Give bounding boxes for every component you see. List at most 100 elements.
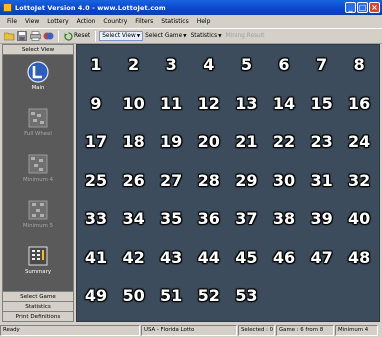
print-icon[interactable] bbox=[29, 30, 41, 42]
sidebar-header-statistics[interactable]: Statistics bbox=[3, 301, 73, 311]
lotto-number-6[interactable]: 6 bbox=[267, 53, 301, 77]
lotto-number-16[interactable]: 16 bbox=[342, 92, 376, 116]
reset-icon bbox=[64, 31, 73, 41]
lotto-number-38[interactable]: 38 bbox=[267, 207, 301, 231]
statistics-button[interactable]: Statistics ▼ bbox=[189, 32, 224, 40]
menu-filters[interactable]: Filters bbox=[131, 18, 157, 25]
select-view-button[interactable]: Select View ▼ bbox=[99, 31, 144, 41]
lotto-number-14[interactable]: 14 bbox=[267, 92, 301, 116]
lotto-number-19[interactable]: 19 bbox=[154, 130, 188, 154]
favorites-icon[interactable] bbox=[42, 30, 54, 42]
lotto-number-8[interactable]: 8 bbox=[342, 53, 376, 77]
window-buttons: _ □ × bbox=[345, 2, 380, 13]
lotto-number-26[interactable]: 26 bbox=[117, 169, 151, 193]
menu-bar: File View Lottery Action Country Filters… bbox=[0, 15, 382, 28]
menu-statistics[interactable]: Statistics bbox=[157, 18, 192, 25]
lotto-number-41[interactable]: 41 bbox=[79, 246, 113, 270]
sidebar-item-main[interactable]: Main bbox=[3, 55, 73, 99]
chevron-down-icon: ▼ bbox=[218, 33, 222, 39]
close-button[interactable]: × bbox=[369, 2, 380, 13]
lotto-number-20[interactable]: 20 bbox=[192, 130, 226, 154]
lotto-number-50[interactable]: 50 bbox=[117, 284, 151, 308]
lotto-number-32[interactable]: 32 bbox=[342, 169, 376, 193]
lotto-number-25[interactable]: 25 bbox=[79, 169, 113, 193]
lotto-number-47[interactable]: 47 bbox=[305, 246, 339, 270]
lotto-number-5[interactable]: 5 bbox=[229, 53, 263, 77]
lotto-number-46[interactable]: 46 bbox=[267, 246, 301, 270]
lotto-number-10[interactable]: 10 bbox=[117, 92, 151, 116]
menu-view[interactable]: View bbox=[21, 18, 43, 25]
lotto-number-15[interactable]: 15 bbox=[305, 92, 339, 116]
lotto-number-22[interactable]: 22 bbox=[267, 130, 301, 154]
lotto-number-43[interactable]: 43 bbox=[154, 246, 188, 270]
menu-help[interactable]: Help bbox=[193, 18, 215, 25]
lotto-number-29[interactable]: 29 bbox=[229, 169, 263, 193]
lotto-number-4[interactable]: 4 bbox=[192, 53, 226, 77]
menu-lottery[interactable]: Lottery bbox=[43, 18, 72, 25]
open-folder-icon[interactable] bbox=[3, 30, 15, 42]
lotto-number-9[interactable]: 9 bbox=[79, 92, 113, 116]
lotto-number-12[interactable]: 12 bbox=[192, 92, 226, 116]
save-icon[interactable] bbox=[16, 30, 28, 42]
lotto-number-1[interactable]: 1 bbox=[79, 53, 113, 77]
lotto-number-52[interactable]: 52 bbox=[192, 284, 226, 308]
sidebar-item-full-wheel[interactable]: Full Wheel bbox=[3, 101, 73, 145]
lotto-number-36[interactable]: 36 bbox=[192, 207, 226, 231]
minimize-button[interactable]: _ bbox=[345, 2, 356, 13]
lotto-number-2[interactable]: 2 bbox=[117, 53, 151, 77]
lotto-number-48[interactable]: 48 bbox=[342, 246, 376, 270]
lotto-number-44[interactable]: 44 bbox=[192, 246, 226, 270]
lotto-number-23[interactable]: 23 bbox=[305, 130, 339, 154]
sidebar-item-label: Minimum 4 bbox=[22, 177, 54, 183]
menu-action[interactable]: Action bbox=[73, 18, 100, 25]
sidebar-item-label: Main bbox=[31, 85, 45, 91]
lotto-number-21[interactable]: 21 bbox=[229, 130, 263, 154]
lotto-number-28[interactable]: 28 bbox=[192, 169, 226, 193]
lotto-number-51[interactable]: 51 bbox=[154, 284, 188, 308]
lotto-number-24[interactable]: 24 bbox=[342, 130, 376, 154]
title-bar: LottoJet Version 4.0 - www.LottoJet.com … bbox=[0, 0, 382, 15]
select-view-label: Select View bbox=[102, 33, 136, 39]
select-game-button[interactable]: Select Game ▼ bbox=[143, 32, 188, 40]
lotto-number-35[interactable]: 35 bbox=[154, 207, 188, 231]
menu-country[interactable]: Country bbox=[99, 18, 131, 25]
lotto-number-49[interactable]: 49 bbox=[79, 284, 113, 308]
lotto-number-3[interactable]: 3 bbox=[154, 53, 188, 77]
lotto-number-7[interactable]: 7 bbox=[305, 53, 339, 77]
sidebar-item-summary[interactable]: Summary bbox=[3, 239, 73, 283]
maximize-button[interactable]: □ bbox=[357, 2, 368, 13]
lottojet-logo-icon bbox=[27, 61, 49, 83]
lotto-number-18[interactable]: 18 bbox=[117, 130, 151, 154]
lotto-number-17[interactable]: 17 bbox=[79, 130, 113, 154]
sidebar-header-print-definitions[interactable]: Print Definitions bbox=[3, 311, 73, 321]
status-selected: Selected : 0 bbox=[238, 324, 275, 336]
chevron-down-icon: ▼ bbox=[183, 33, 187, 39]
lotto-number-37[interactable]: 37 bbox=[229, 207, 263, 231]
status-minimum: Minimum 4 bbox=[335, 324, 378, 336]
lotto-number-11[interactable]: 11 bbox=[154, 92, 188, 116]
sidebar-item-minimum-5[interactable]: Minimum 5 bbox=[3, 193, 73, 237]
mining-result-button[interactable]: Mining Result bbox=[224, 32, 267, 40]
sidebar-header-select-game[interactable]: Select Game bbox=[3, 291, 73, 301]
sidebar-header-select-view[interactable]: Select View bbox=[3, 45, 73, 55]
reset-button[interactable]: Reset bbox=[62, 31, 92, 42]
select-game-label: Select Game bbox=[145, 33, 183, 39]
window-title: LottoJet Version 4.0 - www.LottoJet.com bbox=[15, 3, 166, 12]
lotto-number-31[interactable]: 31 bbox=[305, 169, 339, 193]
lotto-number-39[interactable]: 39 bbox=[305, 207, 339, 231]
lotto-number-33[interactable]: 33 bbox=[79, 207, 113, 231]
lotto-number-13[interactable]: 13 bbox=[229, 92, 263, 116]
lotto-number-27[interactable]: 27 bbox=[154, 169, 188, 193]
number-selection-area: 1 2 3 4 5 6 7 8 9 10 11 12 13 14 15 16 17 18 19 20 21 22 23 24 2… bbox=[76, 44, 380, 322]
menu-file[interactable]: File bbox=[3, 18, 21, 25]
full-wheel-icon bbox=[27, 107, 49, 129]
lotto-number-45[interactable]: 45 bbox=[229, 246, 263, 270]
lotto-number-40[interactable]: 40 bbox=[342, 207, 376, 231]
sidebar-item-minimum-4[interactable]: Minimum 4 bbox=[3, 147, 73, 191]
lotto-number-42[interactable]: 42 bbox=[117, 246, 151, 270]
lotto-number-34[interactable]: 34 bbox=[117, 207, 151, 231]
lotto-number-53[interactable]: 53 bbox=[229, 284, 263, 308]
minimum-4-icon bbox=[27, 153, 49, 175]
summary-icon bbox=[27, 245, 49, 267]
lotto-number-30[interactable]: 30 bbox=[267, 169, 301, 193]
